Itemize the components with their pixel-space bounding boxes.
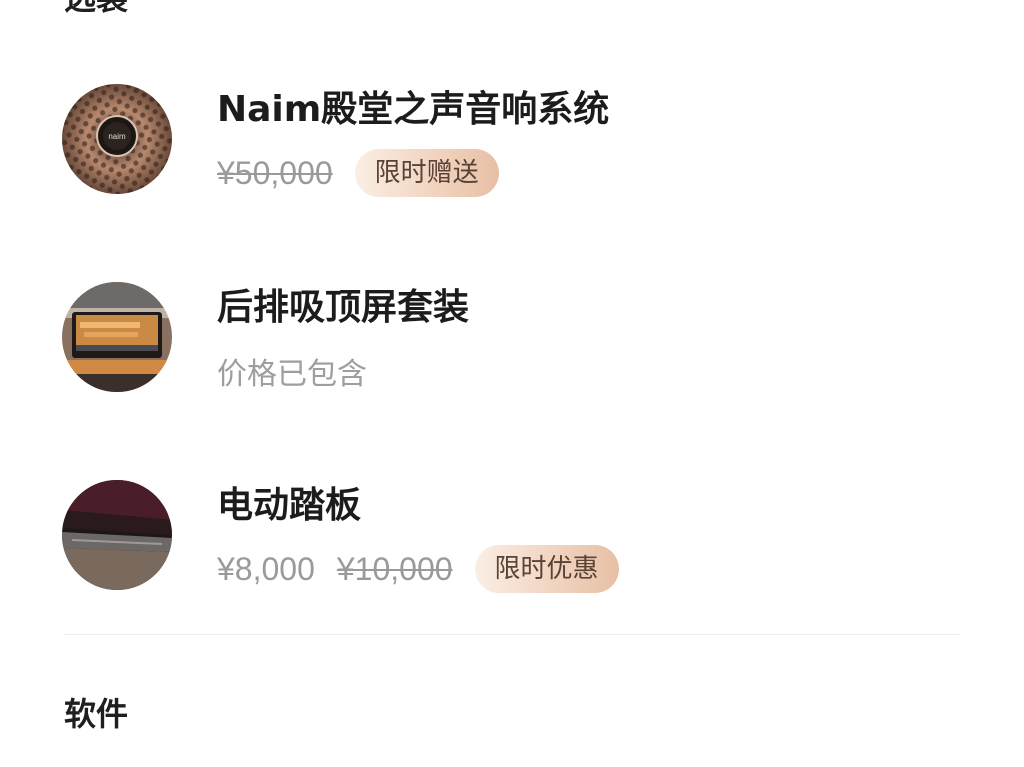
option-item-rear-screen[interactable]: 后排吸顶屏套装 价格已包含: [62, 282, 962, 394]
option-name: 电动踏板: [217, 485, 362, 526]
svg-text:naim: naim: [108, 132, 126, 141]
promo-badge: 限时赠送: [354, 149, 499, 197]
software-section-title: 软件: [64, 695, 129, 733]
original-price: ¥50,000: [217, 154, 333, 191]
price-row: ¥50,000 限时赠送: [217, 148, 499, 198]
promo-badge: 限时优惠: [474, 545, 619, 593]
original-price: ¥10,000: [336, 550, 453, 587]
current-price: ¥8,000: [217, 550, 315, 587]
naim-speaker-icon: naim: [62, 84, 172, 194]
electric-step-icon: [62, 480, 172, 590]
price-included-note: 价格已包含: [217, 357, 367, 392]
price-row: 价格已包含: [217, 346, 367, 396]
section-divider: [64, 634, 960, 635]
option-name: Naim殿堂之声音响系统: [217, 89, 610, 130]
rear-ceiling-screen-icon: [62, 282, 172, 392]
option-item-electric-step[interactable]: 电动踏板 ¥8,000 ¥10,000 限时优惠: [62, 480, 962, 594]
price-row: ¥8,000 ¥10,000 限时优惠: [217, 544, 619, 594]
options-section-title: 选装: [64, 0, 128, 14]
option-name: 后排吸顶屏套装: [217, 287, 470, 328]
option-item-naim-audio[interactable]: naim Naim殿堂之声音响系统 ¥50,000 限时赠送: [62, 84, 962, 198]
